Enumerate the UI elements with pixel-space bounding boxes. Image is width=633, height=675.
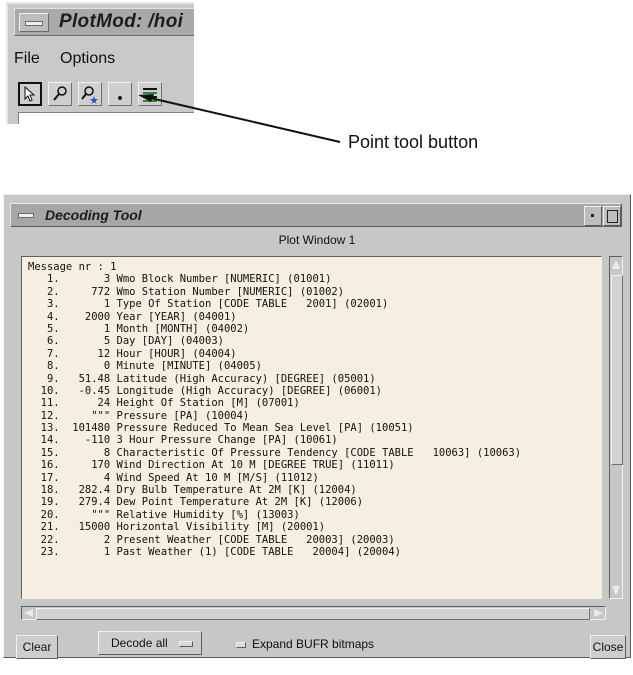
message-line: 18. 282.4 Dry Bulb Temperature At 2M [K]… [28, 484, 357, 497]
message-line: 15. 8 Characteristic Of Pressure Tendenc… [28, 446, 522, 459]
message-line: 11. 24 Height Of Station [M] (07001) [28, 397, 300, 410]
clear-button[interactable]: Clear [16, 635, 58, 659]
callout-arrow-icon [138, 94, 341, 143]
scroll-up-arrow-icon[interactable] [612, 260, 620, 269]
option-menu-indicator-icon [179, 641, 193, 647]
message-line: 16. 170 Wind Direction At 10 M [DEGREE T… [28, 459, 395, 472]
message-line: 5. 1 Month [MONTH] (04002) [28, 322, 250, 335]
message-line: 13. 101480 Pressure Reduced To Mean Sea … [28, 422, 414, 435]
decode-mode-label: Decode all [111, 636, 168, 650]
vertical-scrollbar[interactable] [609, 256, 623, 599]
message-line: 2. 772 Wmo Station Number [NUMERIC] (010… [28, 285, 345, 298]
message-line: 9. 51.48 Latitude (High Accuracy) [DEGRE… [28, 372, 376, 385]
message-line: 1. 3 Wmo Block Number [NUMERIC] (01001) [28, 273, 332, 286]
horizontal-scroll-thumb[interactable] [36, 608, 590, 620]
callout-label: Point tool button [348, 132, 479, 152]
message-line: 20. """ Relative Humidity [%] (13003) [28, 508, 300, 521]
scroll-left-arrow-icon[interactable] [24, 609, 33, 617]
decode-mode-option-menu[interactable]: Decode all [98, 631, 202, 655]
message-line: 21. 15000 Horizontal Visibility [M] (200… [28, 521, 326, 534]
vertical-scroll-thumb[interactable] [611, 275, 623, 465]
message-line: 8. 0 Minute [MINUTE] (04005) [28, 360, 262, 373]
message-line: 12. """ Pressure [PA] (10004) [28, 409, 250, 422]
message-line: 14. -110 3 Hour Pressure Change [PA] (10… [28, 434, 338, 447]
message-line: Message nr : 1 [28, 261, 117, 273]
plot-window-label: Plot Window 1 [278, 233, 356, 247]
expand-bufr-bitmaps-label: Expand BUFR bitmaps [252, 637, 375, 651]
decoded-message-text-area[interactable]: Message nr : 1 1. 3 Wmo Block Number [NU… [21, 256, 602, 599]
scroll-down-arrow-icon[interactable] [612, 586, 620, 595]
message-line: 4. 2000 Year [YEAR] (04001) [28, 310, 237, 323]
minimize-button[interactable] [584, 206, 602, 226]
message-line: 19. 279.4 Dew Point Temperature At 2M [K… [28, 496, 364, 509]
scroll-right-arrow-icon[interactable] [594, 609, 603, 617]
message-line: 7. 12 Hour [HOUR] (04004) [28, 347, 237, 360]
decoding-tool-title-bar: Decoding Tool [10, 203, 622, 227]
message-line: 3. 1 Type Of Station [CODE TABLE 2001] (… [28, 298, 389, 311]
message-line: 6. 5 Day [DAY] (04003) [28, 335, 224, 348]
message-line: 17. 4 Wind Speed At 10 M [M/S] (11012) [28, 471, 319, 484]
decoding-tool-window: Decoding Tool Plot Window 1 Message nr :… [3, 194, 631, 659]
window-title: Decoding Tool [45, 207, 142, 223]
message-line: 10. -0.45 Longitude (High Accuracy) [DEG… [28, 384, 383, 397]
message-line: 22. 2 Present Weather [CODE TABLE 20003]… [28, 533, 395, 546]
close-button[interactable]: Close [590, 635, 626, 659]
horizontal-scrollbar[interactable] [21, 606, 606, 620]
maximize-button[interactable] [603, 206, 621, 226]
window-menu-button[interactable] [15, 207, 37, 223]
message-line: 23. 1 Past Weather (1) [CODE TABLE 20004… [28, 545, 401, 558]
checkbox-indicator[interactable] [236, 641, 246, 648]
expand-bufr-bitmaps-toggle[interactable]: Expand BUFR bitmaps [236, 637, 374, 651]
